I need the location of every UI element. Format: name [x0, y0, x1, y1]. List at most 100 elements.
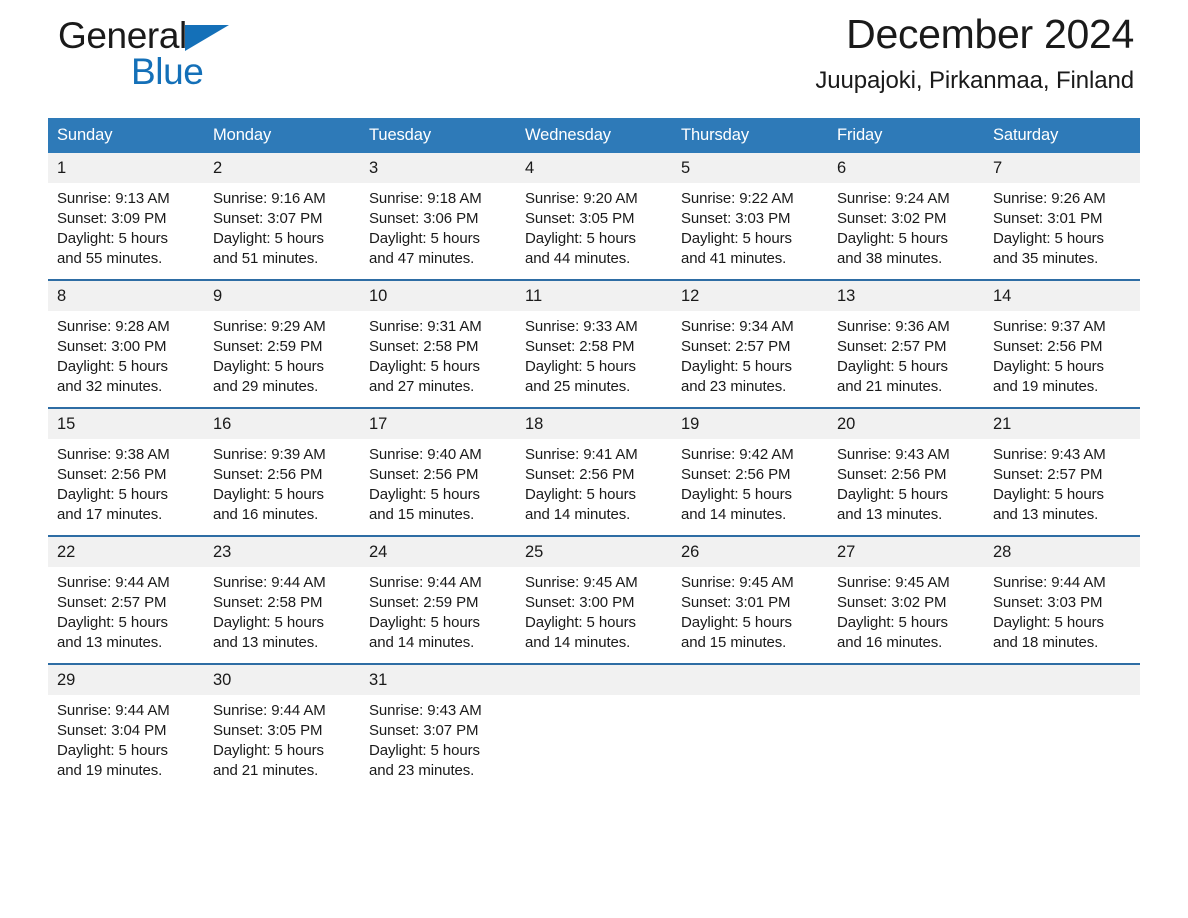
calendar-week-row: 1 Sunrise: 9:13 AM Sunset: 3:09 PM Daylight…	[48, 153, 1140, 267]
daylight-text-line1: Daylight: 5 hours	[837, 358, 948, 375]
day-number: 18	[516, 409, 672, 439]
day-cell[interactable]: 8 Sunrise: 9:28 AM Sunset: 3:00 PM Daylight…	[48, 281, 204, 395]
sunset-text: Sunset: 2:57 PM	[681, 338, 791, 355]
sunrise-text: Sunrise: 9:44 AM	[213, 574, 326, 591]
calendar-week-row: 8 Sunrise: 9:28 AM Sunset: 3:00 PM Daylight…	[48, 279, 1140, 395]
day-cell[interactable]: 11 Sunrise: 9:33 AM Sunset: 2:58 PM Dayligh…	[516, 281, 672, 395]
day-number: 26	[672, 537, 828, 567]
day-details: Sunrise: 9:13 AM Sunset: 3:09 PM Daylight:…	[48, 183, 204, 269]
day-cell[interactable]: 5 Sunrise: 9:22 AM Sunset: 3:03 PM Daylight…	[672, 153, 828, 267]
daylight-text-line1: Daylight: 5 hours	[57, 358, 168, 375]
calendar-cell: 28 Sunrise: 9:44 AM Sunset: 3:03 PM Dayligh…	[984, 535, 1140, 651]
daylight-text-line1: Daylight: 5 hours	[681, 230, 792, 247]
daylight-text-line1: Daylight: 5 hours	[993, 614, 1104, 631]
day-cell[interactable]: 19 Sunrise: 9:42 AM Sunset: 2:56 PM Dayligh…	[672, 409, 828, 523]
daylight-text-line2: and 19 minutes.	[57, 762, 163, 779]
daylight-text-line2: and 16 minutes.	[213, 506, 319, 523]
sunset-text: Sunset: 3:03 PM	[681, 210, 791, 227]
day-cell[interactable]: 25 Sunrise: 9:45 AM Sunset: 3:00 PM Dayligh…	[516, 537, 672, 651]
calendar-cell: 1 Sunrise: 9:13 AM Sunset: 3:09 PM Daylight…	[48, 153, 204, 267]
daylight-text-line2: and 16 minutes.	[837, 634, 943, 651]
day-cell[interactable]: 18 Sunrise: 9:41 AM Sunset: 2:56 PM Dayligh…	[516, 409, 672, 523]
calendar-page: General Blue December 2024 Juupajoki, Pi…	[0, 0, 1188, 918]
day-cell[interactable]: 2 Sunrise: 9:16 AM Sunset: 3:07 PM Daylight…	[204, 153, 360, 267]
day-cell[interactable]: 24 Sunrise: 9:44 AM Sunset: 2:59 PM Dayligh…	[360, 537, 516, 651]
day-cell[interactable]: 31 Sunrise: 9:43 AM Sunset: 3:07 PM Dayligh…	[360, 665, 516, 779]
daylight-text-line2: and 15 minutes.	[369, 506, 475, 523]
calendar-cell: 19 Sunrise: 9:42 AM Sunset: 2:56 PM Dayligh…	[672, 407, 828, 523]
sunrise-text: Sunrise: 9:31 AM	[369, 318, 482, 335]
sunrise-text: Sunrise: 9:22 AM	[681, 190, 794, 207]
daylight-text-line2: and 38 minutes.	[837, 250, 943, 267]
day-cell[interactable]: 14 Sunrise: 9:37 AM Sunset: 2:56 PM Dayligh…	[984, 281, 1140, 395]
day-cell[interactable]: 16 Sunrise: 9:39 AM Sunset: 2:56 PM Dayligh…	[204, 409, 360, 523]
day-cell[interactable]: 28 Sunrise: 9:44 AM Sunset: 3:03 PM Dayligh…	[984, 537, 1140, 651]
sunrise-text: Sunrise: 9:44 AM	[369, 574, 482, 591]
daylight-text-line2: and 13 minutes.	[213, 634, 319, 651]
calendar-cell: 29 Sunrise: 9:44 AM Sunset: 3:04 PM Dayligh…	[48, 663, 204, 779]
daylight-text-line1: Daylight: 5 hours	[369, 358, 480, 375]
day-details: Sunrise: 9:18 AM Sunset: 3:06 PM Daylight:…	[360, 183, 516, 269]
day-cell[interactable]: 3 Sunrise: 9:18 AM Sunset: 3:06 PM Daylight…	[360, 153, 516, 267]
day-details: Sunrise: 9:41 AM Sunset: 2:56 PM Daylight:…	[516, 439, 672, 525]
daylight-text-line2: and 14 minutes.	[525, 506, 631, 523]
day-number: 6	[828, 153, 984, 183]
daylight-text-line1: Daylight: 5 hours	[837, 614, 948, 631]
day-number	[828, 665, 984, 695]
weekday-header-monday: Monday	[204, 118, 360, 153]
day-details: Sunrise: 9:39 AM Sunset: 2:56 PM Daylight:…	[204, 439, 360, 525]
daylight-text-line2: and 14 minutes.	[681, 506, 787, 523]
calendar-cell: 5 Sunrise: 9:22 AM Sunset: 3:03 PM Daylight…	[672, 153, 828, 267]
sunset-text: Sunset: 3:01 PM	[681, 594, 791, 611]
day-details: Sunrise: 9:22 AM Sunset: 3:03 PM Daylight:…	[672, 183, 828, 269]
day-cell[interactable]: 7 Sunrise: 9:26 AM Sunset: 3:01 PM Daylight…	[984, 153, 1140, 267]
sunrise-text: Sunrise: 9:26 AM	[993, 190, 1106, 207]
sunrise-text: Sunrise: 9:29 AM	[213, 318, 326, 335]
sunset-text: Sunset: 3:05 PM	[525, 210, 635, 227]
day-cell[interactable]: 30 Sunrise: 9:44 AM Sunset: 3:05 PM Dayligh…	[204, 665, 360, 779]
day-cell[interactable]: 6 Sunrise: 9:24 AM Sunset: 3:02 PM Daylight…	[828, 153, 984, 267]
sunrise-text: Sunrise: 9:44 AM	[57, 702, 170, 719]
daylight-text-line1: Daylight: 5 hours	[213, 358, 324, 375]
sunrise-text: Sunrise: 9:45 AM	[837, 574, 950, 591]
day-cell[interactable]: 12 Sunrise: 9:34 AM Sunset: 2:57 PM Dayligh…	[672, 281, 828, 395]
calendar-cell: 24 Sunrise: 9:44 AM Sunset: 2:59 PM Dayligh…	[360, 535, 516, 651]
daylight-text-line1: Daylight: 5 hours	[525, 614, 636, 631]
sunset-text: Sunset: 2:57 PM	[57, 594, 167, 611]
calendar-cell: 7 Sunrise: 9:26 AM Sunset: 3:01 PM Daylight…	[984, 153, 1140, 267]
day-cell[interactable]: 13 Sunrise: 9:36 AM Sunset: 2:57 PM Dayligh…	[828, 281, 984, 395]
calendar-cell: 3 Sunrise: 9:18 AM Sunset: 3:06 PM Daylight…	[360, 153, 516, 267]
day-cell[interactable]: 20 Sunrise: 9:43 AM Sunset: 2:56 PM Dayligh…	[828, 409, 984, 523]
sunrise-text: Sunrise: 9:20 AM	[525, 190, 638, 207]
day-number: 23	[204, 537, 360, 567]
day-number: 1	[48, 153, 204, 183]
sunrise-text: Sunrise: 9:40 AM	[369, 446, 482, 463]
day-cell[interactable]: 1 Sunrise: 9:13 AM Sunset: 3:09 PM Daylight…	[48, 153, 204, 267]
day-cell[interactable]: 4 Sunrise: 9:20 AM Sunset: 3:05 PM Daylight…	[516, 153, 672, 267]
day-cell[interactable]: 9 Sunrise: 9:29 AM Sunset: 2:59 PM Daylight…	[204, 281, 360, 395]
calendar-cell	[672, 663, 828, 777]
day-cell[interactable]: 22 Sunrise: 9:44 AM Sunset: 2:57 PM Dayligh…	[48, 537, 204, 651]
day-cell[interactable]: 10 Sunrise: 9:31 AM Sunset: 2:58 PM Dayligh…	[360, 281, 516, 395]
day-number: 5	[672, 153, 828, 183]
day-number: 9	[204, 281, 360, 311]
day-cell[interactable]: 23 Sunrise: 9:44 AM Sunset: 2:58 PM Dayligh…	[204, 537, 360, 651]
daylight-text-line2: and 32 minutes.	[57, 378, 163, 395]
calendar-cell: 4 Sunrise: 9:20 AM Sunset: 3:05 PM Daylight…	[516, 153, 672, 267]
day-cell[interactable]: 17 Sunrise: 9:40 AM Sunset: 2:56 PM Dayligh…	[360, 409, 516, 523]
generalblue-logo[interactable]: General Blue	[58, 15, 358, 105]
day-cell[interactable]: 27 Sunrise: 9:45 AM Sunset: 3:02 PM Dayligh…	[828, 537, 984, 651]
calendar-week-row: 15 Sunrise: 9:38 AM Sunset: 2:56 PM Dayligh…	[48, 407, 1140, 523]
day-cell[interactable]: 15 Sunrise: 9:38 AM Sunset: 2:56 PM Dayligh…	[48, 409, 204, 523]
daylight-text-line1: Daylight: 5 hours	[213, 486, 324, 503]
logo-top-line: General	[58, 15, 358, 57]
day-details: Sunrise: 9:36 AM Sunset: 2:57 PM Daylight:…	[828, 311, 984, 397]
day-cell[interactable]: 26 Sunrise: 9:45 AM Sunset: 3:01 PM Dayligh…	[672, 537, 828, 651]
day-cell[interactable]: 21 Sunrise: 9:43 AM Sunset: 2:57 PM Dayligh…	[984, 409, 1140, 523]
day-number: 24	[360, 537, 516, 567]
daylight-text-line1: Daylight: 5 hours	[681, 358, 792, 375]
sunset-text: Sunset: 3:09 PM	[57, 210, 167, 227]
calendar-cell	[828, 663, 984, 777]
sunset-text: Sunset: 3:02 PM	[837, 210, 947, 227]
day-cell[interactable]: 29 Sunrise: 9:44 AM Sunset: 3:04 PM Dayligh…	[48, 665, 204, 779]
